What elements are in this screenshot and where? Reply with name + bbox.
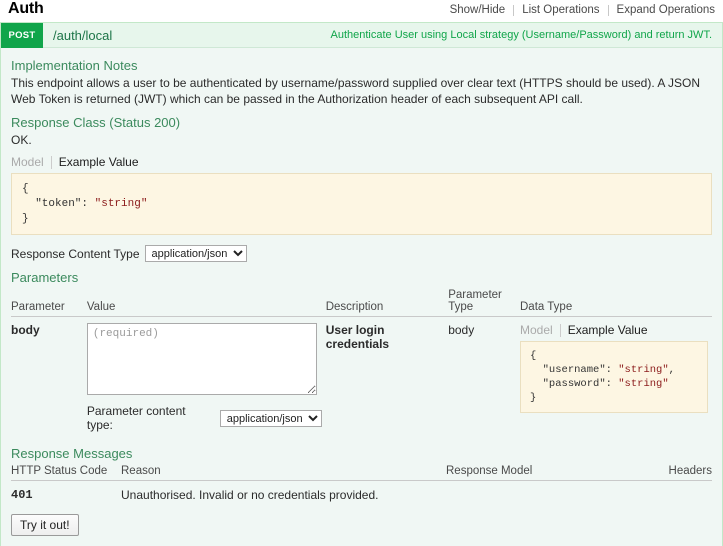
expand-operations-link[interactable]: Expand Operations	[609, 4, 715, 17]
response-content-type-select[interactable]: application/json	[144, 245, 247, 262]
parameter-content-type-select[interactable]: application/json	[219, 409, 322, 427]
data-type-tabs: Model Example Value	[520, 323, 708, 337]
column-description: Description	[325, 288, 449, 317]
response-class-tabs: Model Example Value	[11, 155, 712, 169]
column-reason: Reason	[121, 464, 446, 481]
column-response-model: Response Model	[446, 464, 626, 481]
column-parameter: Parameter	[11, 288, 87, 317]
column-headers: Headers	[625, 464, 712, 481]
tab-example-value[interactable]: Example Value	[561, 323, 655, 337]
implementation-notes-text: This endpoint allows a user to be authen…	[11, 76, 701, 106]
parameter-data-type-cell: Model Example Value { "username": "strin…	[520, 317, 712, 439]
parameter-name: body	[11, 323, 40, 337]
show-hide-link[interactable]: Show/Hide	[450, 4, 514, 17]
tab-model[interactable]: Model	[11, 155, 51, 169]
resource-options: Show/Hide List Operations Expand Operati…	[450, 4, 715, 17]
response-headers	[626, 481, 712, 509]
response-reason: Unauthorised. Invalid or no credentials …	[121, 488, 379, 502]
response-messages-header-row: HTTP Status Code Reason Response Model H…	[11, 464, 712, 481]
response-messages-table: HTTP Status Code Reason Response Model H…	[11, 464, 712, 508]
http-method-badge: POST	[1, 22, 43, 48]
column-http-status-code: HTTP Status Code	[11, 464, 121, 481]
response-status-code: 401	[11, 488, 33, 502]
operation-block: POST /auth/local Authenticate User using…	[0, 22, 723, 546]
operation-body: Implementation Notes This endpoint allow…	[1, 48, 722, 546]
response-class-description: OK.	[11, 133, 32, 147]
implementation-notes-heading: Implementation Notes	[11, 58, 138, 73]
parameter-type: body	[448, 323, 475, 337]
parameters-heading: Parameters	[11, 270, 79, 285]
tab-model[interactable]: Model	[520, 323, 560, 337]
data-type-example-value: { "username": "string", "password": "str…	[520, 341, 708, 413]
resource-title-text: Auth	[8, 0, 44, 17]
column-parameter-type: Parameter Type	[448, 288, 520, 317]
parameters-header-row: Parameter Value Description Parameter Ty…	[11, 288, 712, 317]
table-row: body Parameter content type: application…	[11, 317, 712, 439]
operation-path[interactable]: /auth/local	[43, 28, 331, 43]
page-title[interactable]: Auth	[8, 0, 44, 18]
response-class-example-value: { "token": "string" }	[11, 173, 712, 235]
parameter-value-cell: Parameter content type: application/json	[86, 317, 326, 439]
submit-wrapper: Try it out!	[11, 514, 712, 536]
response-content-type-label: Response Content Type	[11, 246, 140, 261]
parameters-table: Parameter Value Description Parameter Ty…	[11, 288, 712, 438]
tab-example-value[interactable]: Example Value	[52, 155, 146, 169]
parameter-description: User login credentials	[325, 323, 390, 351]
list-operations-link[interactable]: List Operations	[514, 4, 607, 17]
response-messages-heading: Response Messages	[11, 446, 133, 461]
resource-header: Auth Show/Hide List Operations Expand Op…	[0, 0, 723, 22]
operation-heading[interactable]: POST /auth/local Authenticate User using…	[1, 22, 722, 48]
column-value: Value	[86, 288, 326, 317]
parameter-content-type-label: Parameter content type:	[86, 404, 186, 432]
try-it-out-button[interactable]: Try it out!	[11, 514, 79, 536]
response-model	[446, 481, 626, 509]
response-content-type-row: Response Content Type application/json	[11, 245, 712, 262]
response-class-heading: Response Class (Status 200)	[11, 115, 181, 130]
body-parameter-input[interactable]	[86, 323, 317, 395]
parameter-content-type-row: Parameter content type: application/json	[87, 404, 322, 432]
operation-summary: Authenticate User using Local strategy (…	[330, 29, 713, 41]
table-row: 401 Unauthorised. Invalid or no credenti…	[11, 481, 712, 509]
column-data-type: Data Type	[520, 288, 712, 317]
